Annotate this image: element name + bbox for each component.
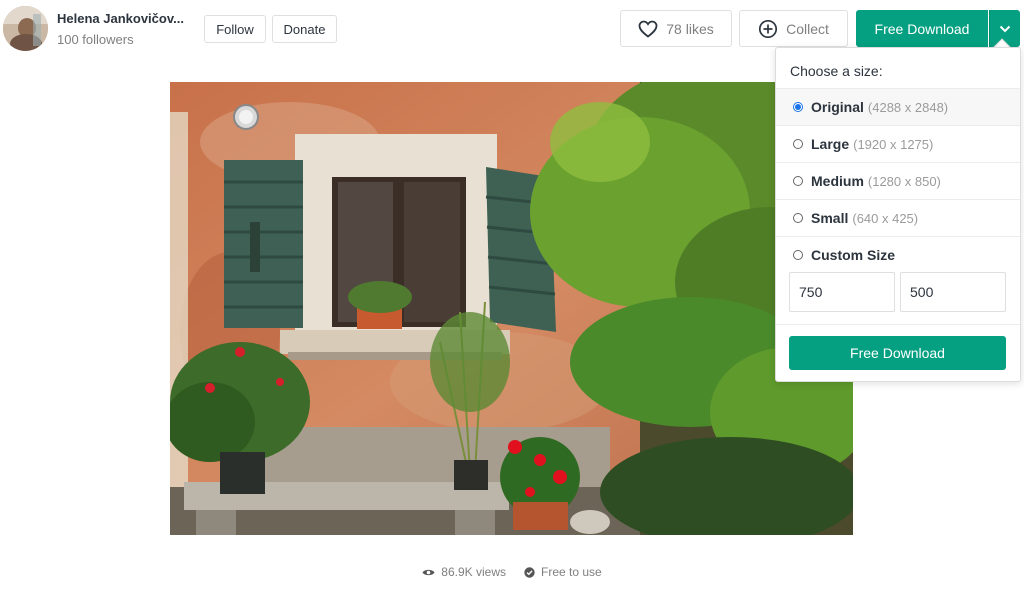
collect-label: Collect [786,20,829,37]
radio-icon[interactable] [793,139,803,149]
size-dropdown: Choose a size: Original (4288 x 2848) La… [775,47,1021,382]
size-heading: Choose a size: [790,63,883,79]
radio-icon[interactable] [793,102,803,112]
photo-stats: 86.9K views Free to use [0,565,1024,579]
free-download-button[interactable]: Free Download [856,10,988,47]
size-option-medium[interactable]: Medium (1280 x 850) [776,162,1020,199]
radio-icon[interactable] [793,250,803,260]
size-option-original[interactable]: Original (4288 x 2848) [776,88,1020,125]
follow-button[interactable]: Follow [204,15,266,43]
author-block: Helena Jankovičov... 100 followers [3,6,184,51]
size-option-dims: (1920 x 1275) [853,136,934,152]
author-followers: 100 followers [57,31,134,47]
size-option-dims: (640 x 425) [852,210,919,226]
size-option-custom[interactable]: Custom Size [776,236,1020,273]
main-photo[interactable] [170,82,853,535]
size-option-dims: (1280 x 850) [867,173,941,189]
chevron-down-icon [999,25,1011,32]
size-option-label: Large [811,136,850,152]
license-label: Free to use [541,565,602,579]
author-name[interactable]: Helena Jankovičov... [57,11,184,26]
plus-circle-icon [759,19,778,38]
check-circle-icon [524,566,535,578]
size-option-label: Original [811,99,864,115]
views-stat: 86.9K views [422,565,506,579]
views-count: 86.9K views [441,565,506,579]
custom-width-input[interactable] [789,272,895,312]
divider [776,324,1020,325]
size-option-dims: (4288 x 2848) [867,99,949,115]
size-option-small[interactable]: Small (640 x 425) [776,199,1020,236]
custom-height-input[interactable] [900,272,1006,312]
like-button[interactable]: 78 likes [620,10,732,47]
size-option-label: Custom Size [811,247,896,263]
license-stat[interactable]: Free to use [524,565,602,579]
dropdown-download-button[interactable]: Free Download [789,336,1006,370]
radio-icon[interactable] [793,176,803,186]
collect-button[interactable]: Collect [739,10,848,47]
size-option-large[interactable]: Large (1920 x 1275) [776,125,1020,162]
avatar[interactable] [3,6,48,51]
size-option-label: Small [811,210,849,226]
radio-icon[interactable] [793,213,803,223]
likes-count: 78 likes [666,20,714,37]
eye-icon [422,569,435,575]
size-option-label: Medium [811,173,864,189]
heart-icon [638,20,658,38]
donate-button[interactable]: Donate [272,15,337,43]
